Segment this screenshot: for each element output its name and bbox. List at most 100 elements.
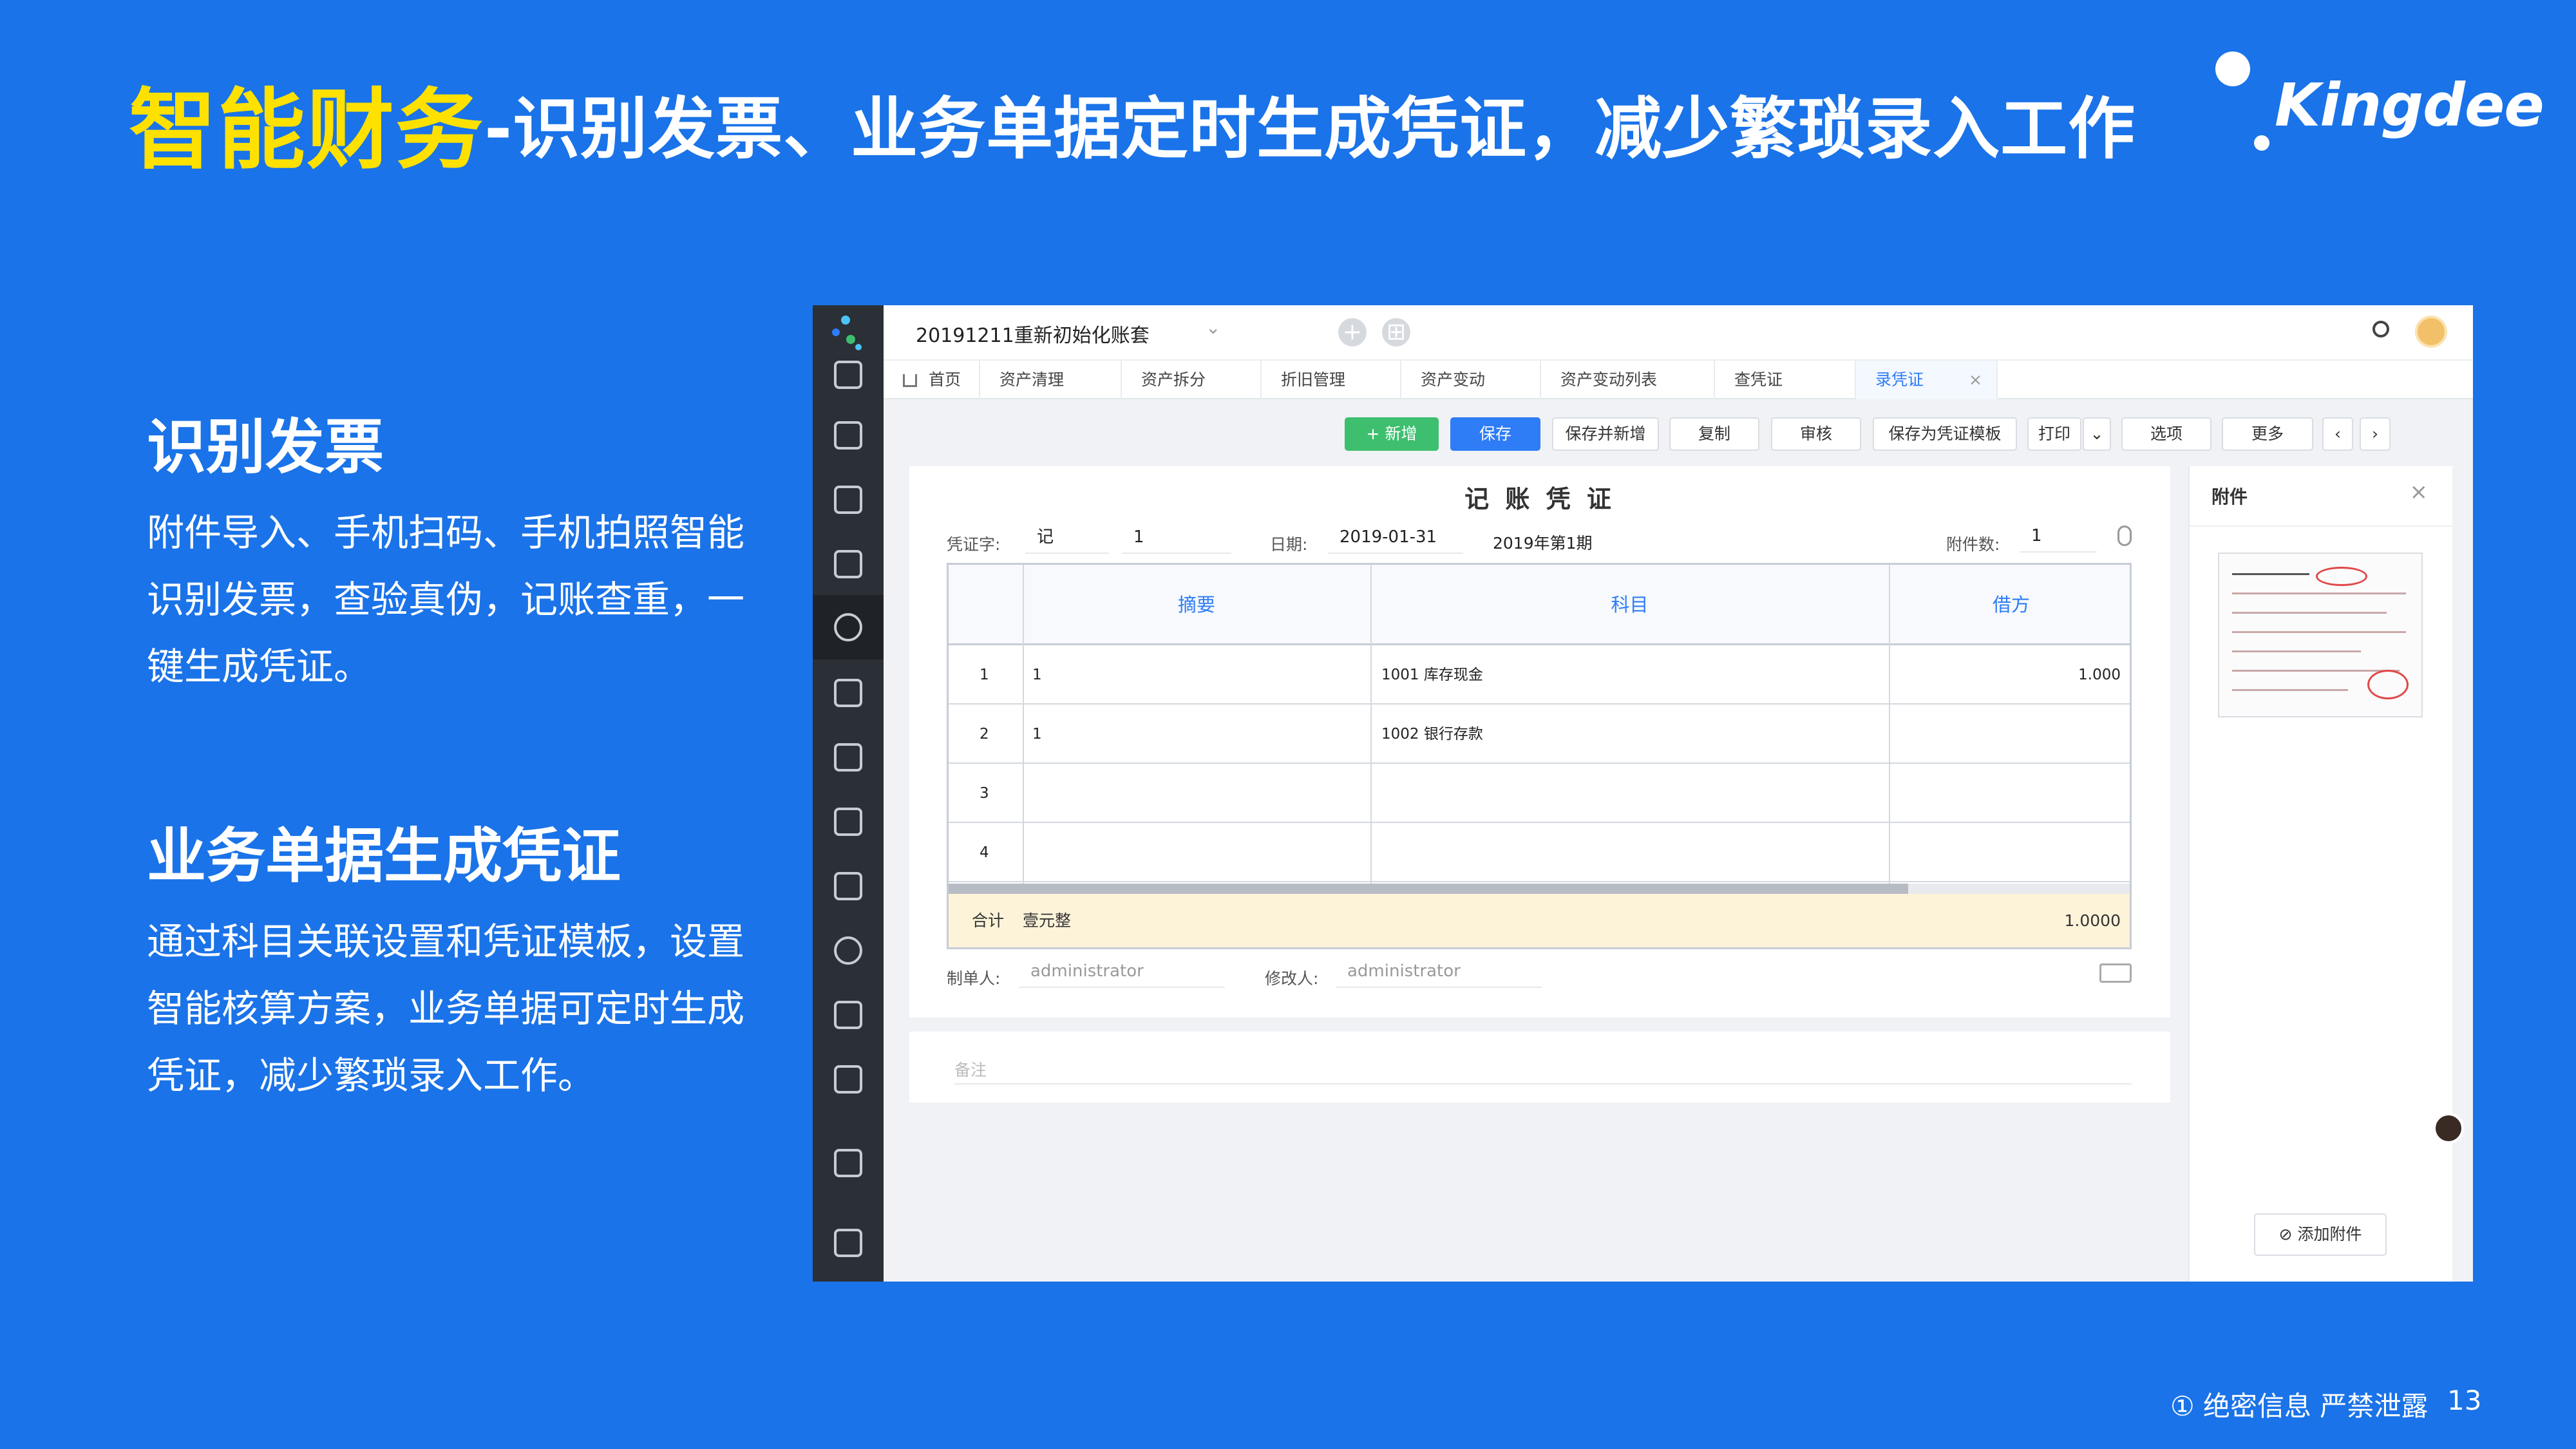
table-row[interactable]: 2 1 1002 银行存款: [949, 705, 2130, 764]
add-circle-icon[interactable]: +: [1338, 318, 1367, 346]
options-button[interactable]: 选项: [2121, 417, 2211, 451]
app-screenshot: 20191211重新初始化账套 ⌄ + ⊞ 首页 资产清理 资产拆分 折旧管理 …: [813, 305, 2473, 1282]
calendar-icon[interactable]: [834, 361, 862, 389]
tab-home[interactable]: 首页: [884, 361, 980, 399]
maker-label: 制单人:: [947, 969, 1001, 988]
horizontal-scrollbar[interactable]: [949, 884, 2130, 894]
home-tab-icon: [903, 374, 917, 387]
keyboard-icon[interactable]: [2099, 963, 2132, 983]
stamp-icon: [2367, 670, 2409, 699]
finance-icon[interactable]: [834, 613, 862, 641]
home-icon[interactable]: [834, 486, 862, 514]
modifier-label: 修改人:: [1265, 969, 1319, 988]
stamp-icon: [2316, 567, 2367, 586]
attachment-panel: 附件 × ⊘ 添加附件: [2188, 466, 2452, 1282]
add-attachment-button[interactable]: ⊘ 添加附件: [2254, 1213, 2387, 1256]
invoice-thumbnail[interactable]: [2218, 553, 2423, 717]
star-icon[interactable]: [834, 1149, 862, 1177]
close-icon[interactable]: ×: [2410, 479, 2429, 505]
presentation-icon[interactable]: [834, 679, 862, 707]
account-selector[interactable]: 20191211重新初始化账套: [916, 319, 1150, 348]
modifier-field: administrator: [1336, 957, 1542, 988]
remark-underline: [954, 1083, 2132, 1084]
title-highlight: 智能财务: [129, 79, 484, 182]
date-input[interactable]: 2019-01-31: [1328, 523, 1463, 554]
print-button[interactable]: 打印: [2027, 417, 2081, 451]
close-icon[interactable]: ×: [1969, 370, 1982, 389]
layers-icon[interactable]: [834, 872, 862, 900]
col-debit: 借方: [1992, 594, 2030, 616]
settings-icon[interactable]: [834, 936, 862, 965]
total-words: 壹元整: [1023, 911, 1072, 930]
tab-depreciation[interactable]: 折旧管理: [1262, 361, 1401, 399]
save-button[interactable]: 保存: [1450, 417, 1540, 451]
scrollbar-thumb[interactable]: [949, 884, 1908, 894]
total-row: 合计 壹元整 1.0000: [949, 894, 2130, 947]
next-icon[interactable]: ›: [2360, 417, 2391, 451]
title-rest: -识别发票、业务单据定时生成凭证，减少繁琐录入工作: [484, 89, 2136, 168]
tab-asset-split[interactable]: 资产拆分: [1122, 361, 1262, 399]
voucher-number-input[interactable]: 1: [1122, 523, 1231, 554]
message-icon[interactable]: [834, 1065, 862, 1094]
divider: [2190, 526, 2452, 527]
total-label: 合计: [972, 911, 1005, 930]
page-number: 13: [2447, 1385, 2482, 1416]
table-row[interactable]: 3: [949, 764, 2130, 823]
logo-dot-small-icon: [2254, 135, 2269, 151]
logo-dot-icon: [2215, 52, 2250, 86]
report-icon[interactable]: [834, 421, 862, 450]
total-value: 1.0000: [2064, 911, 2121, 930]
confidential-note: ① 绝密信息 严禁泄露: [2170, 1390, 2429, 1422]
tab-asset-change[interactable]: 资产变动: [1401, 361, 1541, 399]
top-bar: 20191211重新初始化账套 ⌄ + ⊞: [884, 305, 2473, 359]
attach-count-input[interactable]: 1: [2020, 522, 2097, 553]
remark-input[interactable]: 备注: [954, 1057, 987, 1081]
add-button[interactable]: + 新增: [1345, 417, 1439, 451]
logo-text: Kingdee: [2275, 71, 2544, 140]
kingdee-logo: Kingdee: [2215, 52, 2544, 161]
bank-icon[interactable]: [834, 808, 862, 836]
section-business-voucher: 业务单据生成凭证 通过科目关联设置和凭证模板，设置智能核算方案，业务单据可定时生…: [147, 808, 765, 1109]
sidebar: [813, 305, 884, 1282]
app-logo-icon: [832, 316, 864, 352]
tab-query-voucher[interactable]: 查凭证: [1715, 361, 1856, 399]
prev-icon[interactable]: ‹: [2322, 417, 2353, 451]
menu-settings-icon[interactable]: [834, 1229, 862, 1257]
section-body: 附件导入、手机扫码、手机拍照智能识别发票，查验真伪，记账查重，一键生成凭证。: [147, 511, 745, 688]
copy-button[interactable]: 复制: [1669, 417, 1759, 451]
tab-bar: 首页 资产清理 资产拆分 折旧管理 资产变动 资产变动列表 查凭证 录凭证 ×: [884, 359, 2473, 399]
user-avatar[interactable]: [2415, 316, 2447, 348]
archive-icon[interactable]: [834, 550, 862, 578]
voucher-word-select[interactable]: 记: [1025, 523, 1109, 554]
grid-circle-icon[interactable]: ⊞: [1382, 318, 1410, 346]
table-row[interactable]: 1 1 1001 库存现金 1.000: [949, 645, 2130, 705]
chevron-down-icon[interactable]: ⌄: [1206, 317, 1220, 338]
voucher-grid: 摘要 科目 借方 1 1 1001 库存现金 1.000 2 1 1002 银行…: [947, 563, 2132, 949]
section-heading: 业务单据生成凭证: [147, 822, 621, 891]
save-and-new-button[interactable]: 保存并新增: [1552, 417, 1659, 451]
voucher-title: 记 账 凭 证: [1464, 485, 1615, 513]
section-body: 通过科目关联设置和凭证模板，设置智能核算方案，业务单据可定时生成凭证，减少繁琐录…: [147, 920, 745, 1097]
attach-count-label: 附件数:: [1946, 535, 2000, 554]
section-invoice-recognition: 识别发票 附件导入、手机扫码、手机拍照智能识别发票，查验真伪，记账查重，一键生成…: [147, 399, 765, 700]
search-icon[interactable]: [2372, 321, 2389, 337]
tab-enter-voucher[interactable]: 录凭证 ×: [1856, 361, 1998, 399]
table-row[interactable]: 4: [949, 823, 2130, 882]
print-dropdown-icon[interactable]: ⌄: [2083, 417, 2111, 451]
apps-icon[interactable]: [834, 1001, 862, 1029]
tab-asset-change-list[interactable]: 资产变动列表: [1541, 361, 1715, 399]
save-as-template-button[interactable]: 保存为凭证模板: [1873, 417, 2017, 451]
maker-field: administrator: [1019, 957, 1225, 988]
period-text: 2019年第1期: [1493, 534, 1593, 553]
tab-asset-clearing[interactable]: 资产清理: [980, 361, 1122, 399]
ticket-icon[interactable]: [834, 743, 862, 772]
attachment-title: 附件: [2211, 486, 2248, 507]
slide-title: 智能财务 -识别发票、业务单据定时生成凭证，减少繁琐录入工作: [129, 61, 2136, 184]
floating-assistant-avatar[interactable]: [2433, 1113, 2464, 1144]
more-button[interactable]: 更多: [2222, 417, 2313, 451]
remark-panel: 备注: [909, 1032, 2170, 1103]
paperclip-icon[interactable]: [2117, 526, 2132, 546]
audit-button[interactable]: 审核: [1771, 417, 1861, 451]
voucher-word-label: 凭证字:: [947, 535, 1001, 554]
col-summary: 摘要: [1177, 594, 1215, 616]
